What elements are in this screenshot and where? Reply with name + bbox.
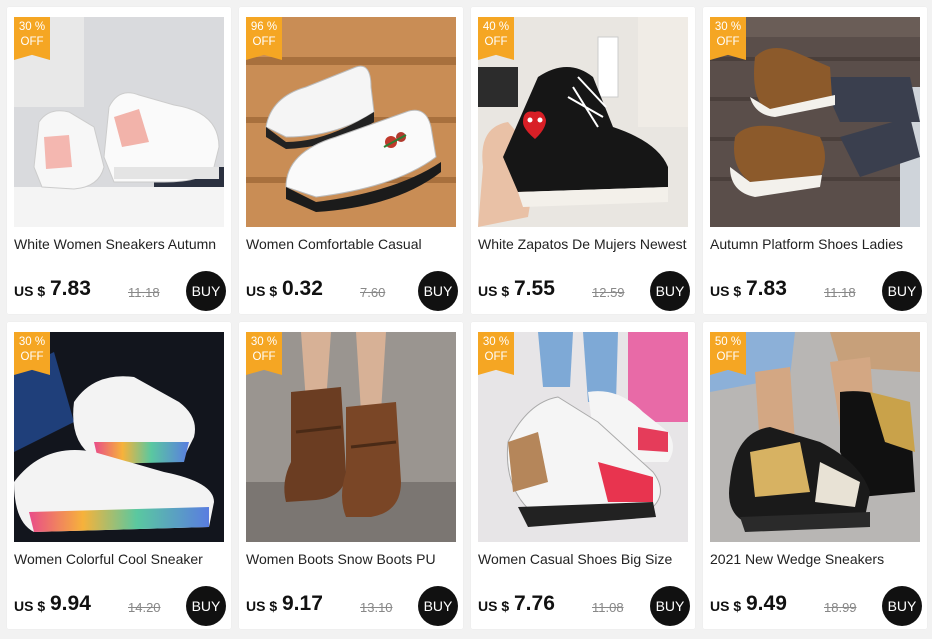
product-title[interactable]: Autumn Platform Shoes Ladies bbox=[710, 236, 922, 252]
price: 7.76 bbox=[514, 592, 555, 615]
original-price: 7.60 bbox=[360, 285, 386, 300]
currency-label: US $ bbox=[478, 283, 510, 299]
price: 9.49 bbox=[746, 592, 787, 615]
product-image[interactable]: 40 % OFF bbox=[478, 17, 688, 227]
product-card[interactable]: 50 % OFF 2021 New Wedge Sneakers US $ 9.4… bbox=[703, 322, 927, 629]
product-card[interactable]: 30 % OFF White Women Sneakers Autumn US $… bbox=[7, 7, 231, 314]
product-card[interactable]: 96 % OFF Women Comfortable Casual US $ 0.… bbox=[239, 7, 463, 314]
product-title[interactable]: Women Comfortable Casual bbox=[246, 236, 458, 252]
product-image[interactable]: 96 % OFF bbox=[246, 17, 456, 227]
discount-badge: 30 % OFF bbox=[478, 332, 514, 375]
original-price: 13.10 bbox=[360, 600, 393, 615]
price-row: US $ 7.76 11.08 BUY bbox=[478, 586, 690, 626]
price: 9.17 bbox=[282, 592, 323, 615]
original-price: 11.18 bbox=[824, 285, 856, 300]
buy-button[interactable]: BUY bbox=[882, 586, 922, 626]
discount-badge: 50 % OFF bbox=[710, 332, 746, 375]
currency-label: US $ bbox=[246, 598, 278, 614]
buy-button[interactable]: BUY bbox=[186, 271, 226, 311]
original-price: 11.08 bbox=[592, 600, 624, 615]
product-image[interactable]: 30 % OFF bbox=[246, 332, 456, 542]
price-row: US $ 9.94 14.20 BUY bbox=[14, 586, 226, 626]
buy-button[interactable]: BUY bbox=[650, 586, 690, 626]
product-title[interactable]: White Women Sneakers Autumn bbox=[14, 236, 226, 252]
price: 7.83 bbox=[746, 277, 787, 300]
product-image[interactable]: 30 % OFF bbox=[14, 332, 224, 542]
product-title[interactable]: White Zapatos De Mujers Newest bbox=[478, 236, 690, 252]
product-image[interactable]: 30 % OFF bbox=[710, 17, 920, 227]
product-card[interactable]: 40 % OFF White Zapatos De Mujers Newest U… bbox=[471, 7, 695, 314]
product-title[interactable]: Women Boots Snow Boots PU bbox=[246, 551, 458, 567]
currency-label: US $ bbox=[14, 598, 46, 614]
buy-button[interactable]: BUY bbox=[418, 271, 458, 311]
price: 9.94 bbox=[50, 592, 91, 615]
discount-badge: 30 % OFF bbox=[14, 332, 50, 375]
buy-button[interactable]: BUY bbox=[650, 271, 690, 311]
original-price: 12.59 bbox=[592, 285, 625, 300]
discount-badge: 30 % OFF bbox=[14, 17, 50, 60]
buy-button[interactable]: BUY bbox=[882, 271, 922, 311]
price: 0.32 bbox=[282, 277, 323, 300]
product-card[interactable]: 30 % OFF Women Casual Shoes Big Size US $… bbox=[471, 322, 695, 629]
product-card[interactable]: 30 % OFF Autumn Platform Shoes Ladies US … bbox=[703, 7, 927, 314]
price-row: US $ 7.55 12.59 BUY bbox=[478, 271, 690, 311]
product-card[interactable]: 30 % OFF Women Colorful Cool Sneaker US $… bbox=[7, 322, 231, 629]
discount-badge: 30 % OFF bbox=[710, 17, 746, 60]
discount-badge: 96 % OFF bbox=[246, 17, 282, 60]
buy-button[interactable]: BUY bbox=[418, 586, 458, 626]
product-card[interactable]: 30 % OFF Women Boots Snow Boots PU US $ 9… bbox=[239, 322, 463, 629]
original-price: 18.99 bbox=[824, 600, 857, 615]
price-row: US $ 7.83 11.18 BUY bbox=[710, 271, 922, 311]
product-image[interactable]: 30 % OFF bbox=[14, 17, 224, 227]
product-title[interactable]: Women Colorful Cool Sneaker bbox=[14, 551, 226, 567]
buy-button[interactable]: BUY bbox=[186, 586, 226, 626]
currency-label: US $ bbox=[710, 598, 742, 614]
product-image[interactable]: 30 % OFF bbox=[478, 332, 688, 542]
original-price: 11.18 bbox=[128, 285, 160, 300]
currency-label: US $ bbox=[14, 283, 46, 299]
currency-label: US $ bbox=[478, 598, 510, 614]
product-grid: 30 % OFF White Women Sneakers Autumn US $… bbox=[7, 7, 927, 629]
discount-badge: 40 % OFF bbox=[478, 17, 514, 60]
product-title[interactable]: 2021 New Wedge Sneakers bbox=[710, 551, 922, 567]
price-row: US $ 9.49 18.99 BUY bbox=[710, 586, 922, 626]
price-row: US $ 7.83 11.18 BUY bbox=[14, 271, 226, 311]
product-title[interactable]: Women Casual Shoes Big Size bbox=[478, 551, 690, 567]
currency-label: US $ bbox=[710, 283, 742, 299]
price-row: US $ 9.17 13.10 BUY bbox=[246, 586, 458, 626]
price-row: US $ 0.32 7.60 BUY bbox=[246, 271, 458, 311]
price: 7.83 bbox=[50, 277, 91, 300]
discount-badge: 30 % OFF bbox=[246, 332, 282, 375]
currency-label: US $ bbox=[246, 283, 278, 299]
price: 7.55 bbox=[514, 277, 555, 300]
original-price: 14.20 bbox=[128, 600, 161, 615]
product-image[interactable]: 50 % OFF bbox=[710, 332, 920, 542]
